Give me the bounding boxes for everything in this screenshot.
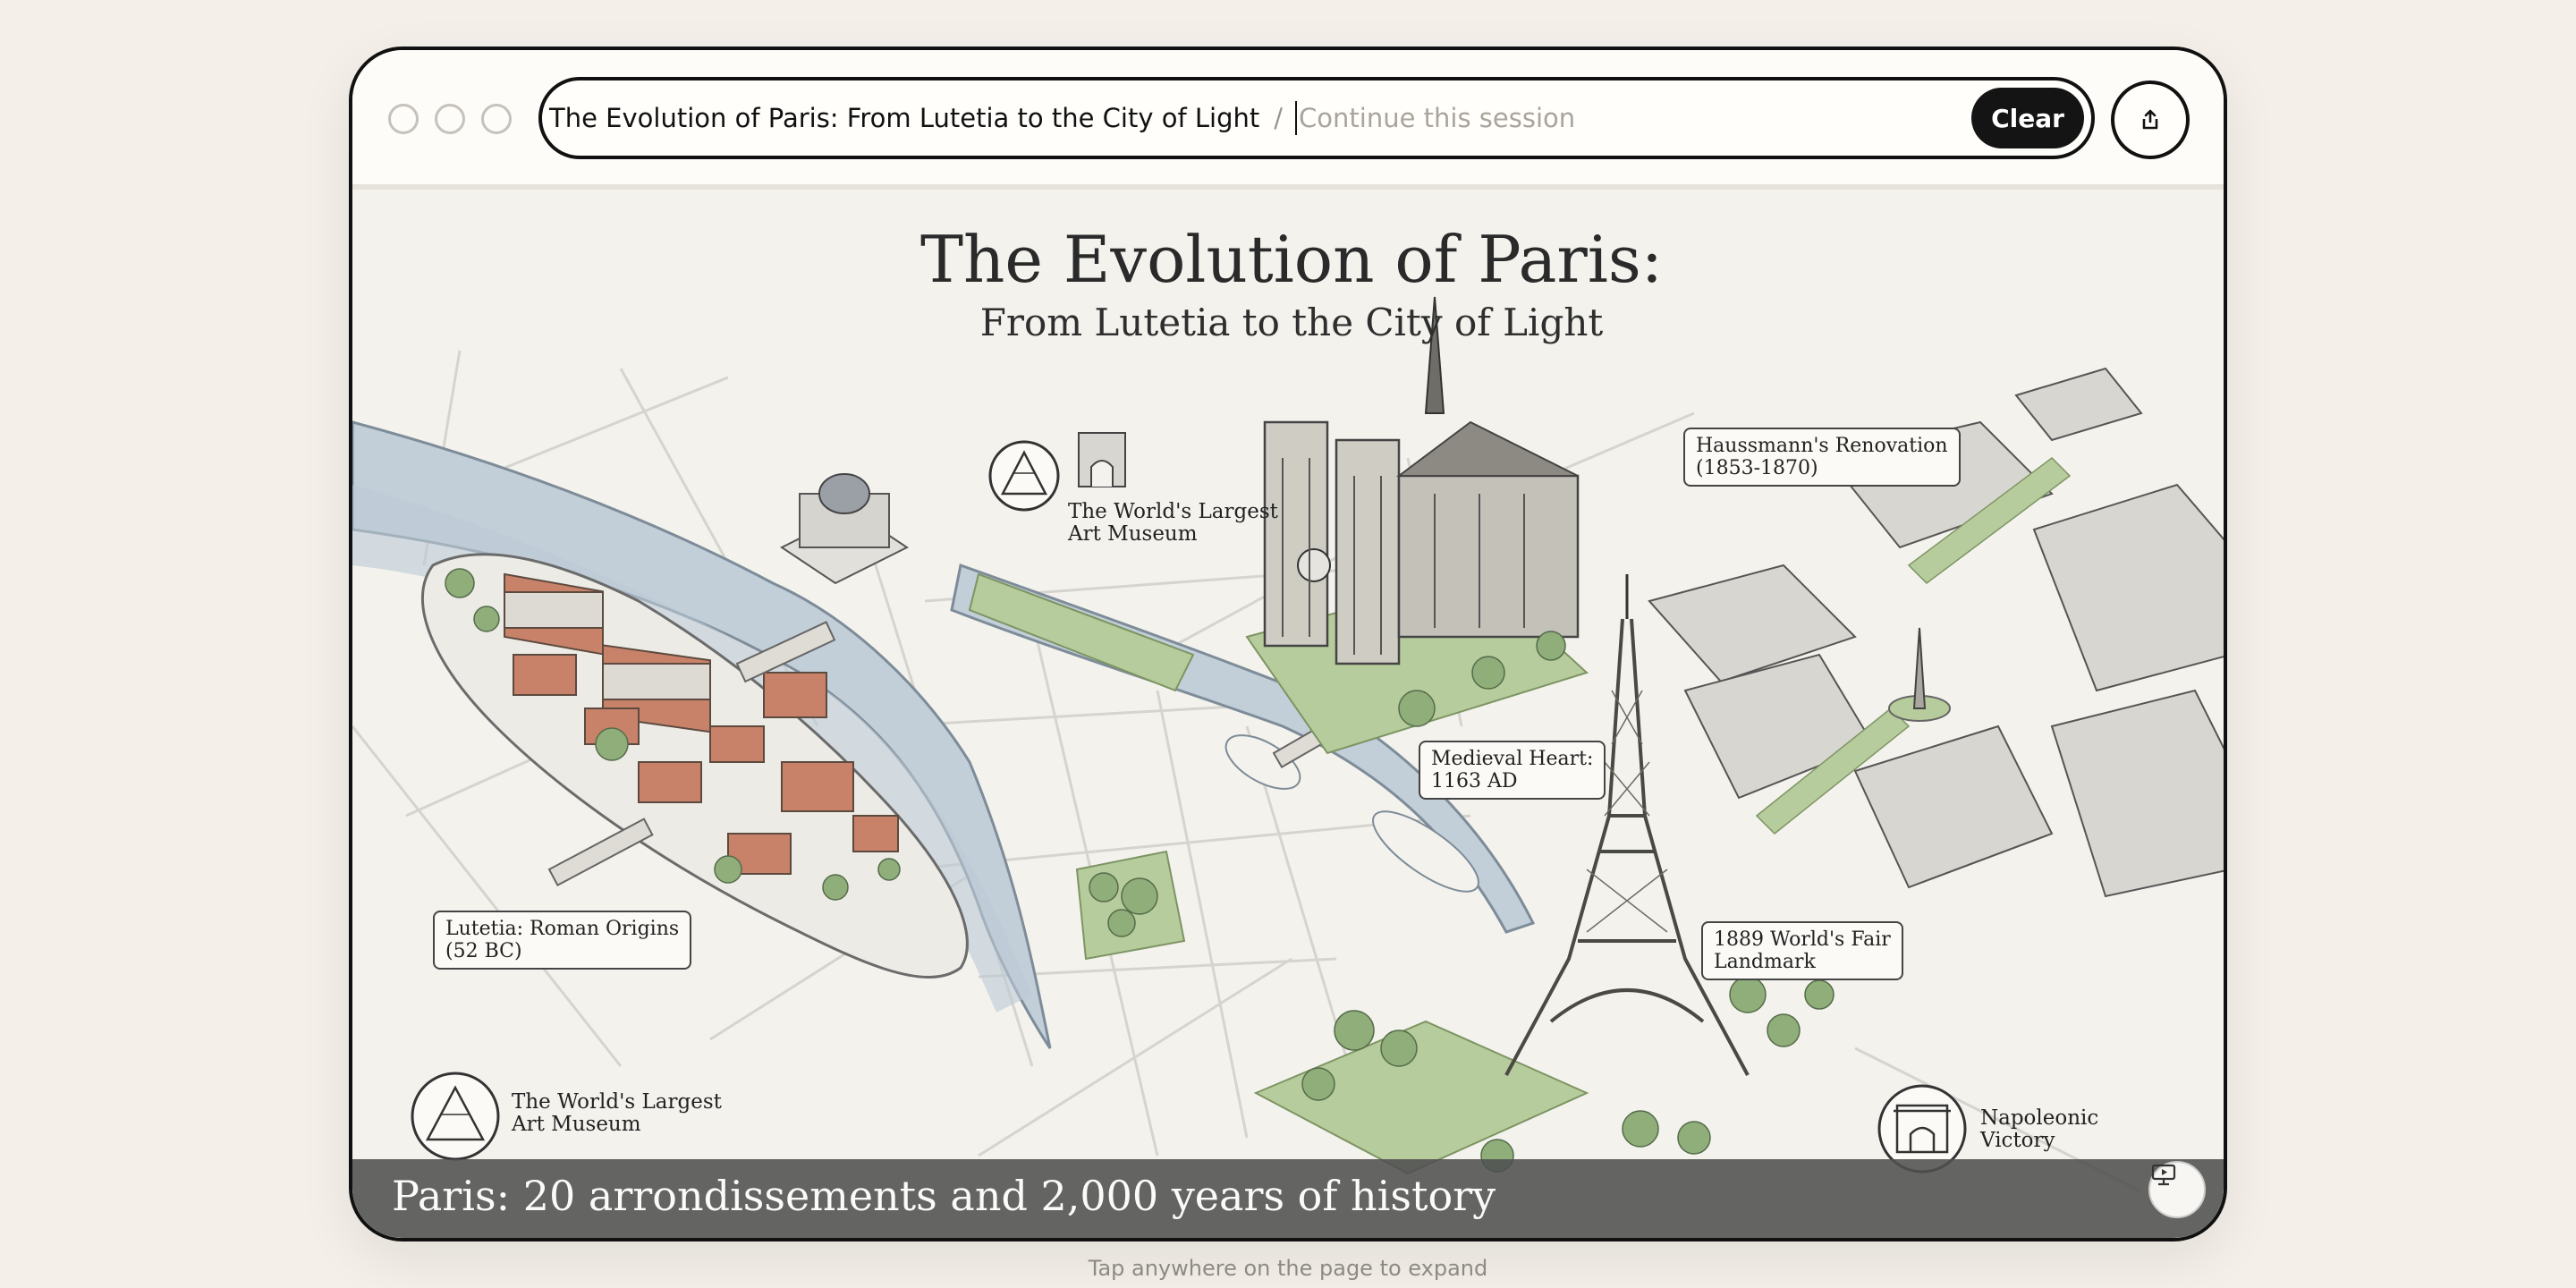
lutetia-label-line1: Lutetia: Roman Origins — [445, 918, 680, 940]
share-icon — [2142, 109, 2158, 130]
museum-pyramid-icon-bottom — [411, 1072, 500, 1161]
presentation-button[interactable] — [2148, 1161, 2206, 1218]
medieval-label-line1: Medieval Heart: — [1431, 748, 1594, 770]
session-title: The Evolution of Paris: From Lutetia to … — [549, 103, 1260, 133]
museum-label-bottom: The World's Largest Art Museum — [512, 1091, 722, 1136]
window-dot-maximize[interactable] — [481, 104, 512, 134]
obelisk — [1888, 627, 1951, 722]
window-dot-close[interactable] — [388, 104, 419, 134]
top-bar: The Evolution of Paris: From Lutetia to … — [352, 50, 2224, 184]
museum-pyramid-icon-top — [988, 440, 1060, 512]
share-button[interactable] — [2111, 80, 2190, 159]
continue-session-input[interactable] — [1295, 101, 1971, 135]
title-separator: / — [1274, 103, 1284, 133]
domed-building — [780, 473, 909, 585]
app-window: The Evolution of Paris: From Lutetia to … — [349, 47, 2227, 1241]
window-dot-minimize[interactable] — [435, 104, 465, 134]
museum-label-bottom-line1: The World's Largest — [512, 1090, 722, 1114]
expand-hint: Tap anywhere on the page to expand — [1088, 1256, 1488, 1281]
slide-title: The Evolution of Paris: — [919, 222, 1664, 297]
worlds-fair-label: 1889 World's Fair Landmark — [1701, 921, 1903, 980]
clear-button[interactable]: Clear — [1971, 88, 2084, 148]
slide-canvas[interactable]: The Evolution of Paris: From Lutetia to … — [352, 190, 2224, 1238]
lutetia-label: Lutetia: Roman Origins (52 BC) — [433, 911, 692, 970]
museum-label-bottom-line2: Art Museum — [512, 1113, 641, 1136]
haussmann-label: Haussmann's Renovation (1853-1870) — [1683, 428, 1961, 487]
slide-subtitle: From Lutetia to the City of Light — [979, 301, 1604, 344]
presentation-icon — [2151, 1164, 2176, 1186]
museum-label-top: The World's Largest Art Museum — [1068, 501, 1278, 546]
museum-label-top-line2: Art Museum — [1068, 522, 1198, 546]
lutetia-label-line2: (52 BC) — [445, 940, 522, 962]
slide-caption: Paris: 20 arrondissements and 2,000 year… — [392, 1172, 1496, 1220]
napoleon-label-line2: Victory — [1980, 1129, 2055, 1152]
haussmann-label-line1: Haussmann's Renovation — [1696, 435, 1948, 457]
medieval-heart-label: Medieval Heart: 1163 AD — [1419, 741, 1606, 800]
small-arch — [1078, 432, 1126, 487]
haussmann-label-line2: (1853-1870) — [1696, 457, 1818, 479]
napoleonic-victory-label: Napoleonic Victory — [1980, 1107, 2098, 1152]
notre-dame-cathedral — [1245, 296, 1589, 755]
caption-bar: Paris: 20 arrondissements and 2,000 year… — [352, 1159, 2224, 1238]
fair-label-line2: Landmark — [1714, 951, 1816, 973]
session-bar: The Evolution of Paris: From Lutetia to … — [538, 77, 2095, 159]
napoleon-label-line1: Napoleonic — [1980, 1106, 2099, 1130]
fair-label-line1: 1889 World's Fair — [1714, 928, 1891, 951]
medieval-label-line2: 1163 AD — [1431, 770, 1518, 792]
museum-label-top-line1: The World's Largest — [1068, 500, 1278, 523]
paris-illustration — [352, 296, 2224, 1193]
window-controls — [388, 104, 512, 134]
